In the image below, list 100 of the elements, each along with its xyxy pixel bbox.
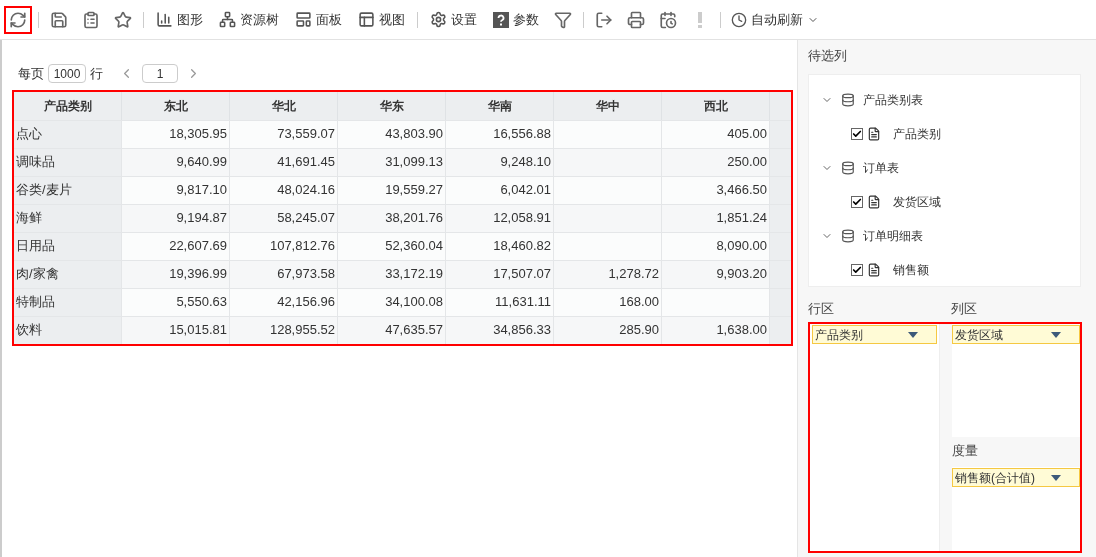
dropdown-arrow-icon [1051, 474, 1061, 481]
dropdown-arrow-icon [1051, 331, 1061, 338]
save-icon [50, 10, 68, 29]
section-title: 行区 [808, 299, 835, 318]
section-title: 度量 [952, 442, 979, 460]
refresh-button[interactable] [4, 5, 32, 34]
table-icon [841, 228, 855, 243]
field-icon [867, 194, 881, 209]
table-cell: 6,042.01 [446, 176, 554, 204]
row-header: 饮料 [14, 316, 122, 344]
table-cell: 41,691.45 [230, 148, 338, 176]
table-cell: 19,559.27 [338, 176, 446, 204]
row-header: 海鲜 [14, 204, 122, 232]
table-cell: 33,172.19 [338, 260, 446, 288]
checkbox[interactable] [851, 127, 863, 140]
table-cell: 18,460.82 [446, 232, 554, 260]
exclamation-icon [698, 11, 702, 28]
table-cell: 48,024.16 [230, 176, 338, 204]
table-cell: 67,973.58 [230, 260, 338, 288]
view-icon [358, 11, 375, 28]
section-title: 列区 [951, 299, 977, 318]
table-cell: 73,559.07 [230, 120, 338, 148]
table-cell: 128,955.52 [230, 316, 338, 344]
toolbar-button[interactable]: 资源树 [213, 5, 285, 34]
field-icon [867, 262, 881, 277]
table-cell: 16,556.88 [446, 120, 554, 148]
table-cell: 15,015.81 [122, 316, 230, 344]
toolbar-button[interactable]: 图形 [150, 5, 209, 34]
dropdown-arrow-icon [908, 331, 918, 338]
field-icon [867, 126, 881, 141]
field-chip[interactable]: 发货区域 [952, 325, 1080, 344]
table-cell: 34,100.08 [338, 288, 446, 316]
row-header: 谷类/麦片 [14, 176, 122, 204]
toolbar-button[interactable]: 视图 [352, 5, 411, 34]
page-size-field[interactable]: 1000 [48, 64, 86, 84]
panel-icon [295, 11, 312, 28]
column-header: 华南 [446, 91, 554, 120]
table-cell: 107,812.76 [230, 232, 338, 260]
field-name[interactable]: 产品类别 [893, 124, 941, 143]
table-cell: 12,058.91 [446, 204, 554, 232]
section-title: 待选列 [808, 47, 848, 65]
table-cell: 5,550.63 [122, 288, 230, 316]
checkbox[interactable] [851, 263, 863, 276]
export-icon [595, 10, 613, 29]
table-cell: 19,396.99 [122, 260, 230, 288]
refresh-icon [9, 10, 27, 29]
table-cell: 17,507.07 [446, 260, 554, 288]
row-header: 点心 [14, 120, 122, 148]
table-cell: 22,607.69 [122, 232, 230, 260]
table-cell: 285.90 [554, 316, 662, 344]
field-name[interactable]: 销售额 [893, 260, 929, 279]
save-as-icon [82, 10, 100, 29]
table-cell: 9,817.10 [122, 176, 230, 204]
toolbar-button[interactable]: 设置 [424, 5, 483, 34]
table-cell: 34,856.33 [446, 316, 554, 344]
field-label: 发货区域 [955, 326, 1003, 344]
table-name[interactable]: 订单明细表 [863, 226, 923, 245]
table-cell: 52,360.04 [338, 232, 446, 260]
table-cell: 9,248.10 [446, 148, 554, 176]
checkbox[interactable] [851, 195, 863, 208]
table-name[interactable]: 产品类别表 [863, 90, 923, 109]
table-cell: 43,803.90 [338, 120, 446, 148]
field-chip[interactable]: 销售额(合计值) [952, 468, 1080, 487]
toolbar-button[interactable]: 参数 [487, 5, 545, 34]
rows-label: 行 [90, 65, 103, 83]
table-cell: 38,201.76 [338, 204, 446, 232]
table-icon [841, 160, 855, 175]
table-cell: 47,635.57 [338, 316, 446, 344]
help-icon [493, 11, 509, 28]
toolbar-button[interactable]: 面板 [289, 5, 348, 34]
printer-icon [627, 10, 645, 29]
star-icon [114, 10, 132, 29]
row-header: 日用品 [14, 232, 122, 260]
filter-icon [554, 10, 572, 29]
column-header: 产品类别 [14, 91, 122, 120]
table-cell: 42,156.96 [230, 288, 338, 316]
field-label: 销售额(合计值) [955, 469, 1035, 487]
table-cell: 1,278.72 [554, 260, 662, 288]
field-label: 产品类别 [815, 326, 863, 344]
table-cell: 9,194.87 [122, 204, 230, 232]
column-header: 华北 [230, 91, 338, 120]
page-number-field[interactable]: 1 [142, 64, 178, 84]
table-cell: 18,305.95 [122, 120, 230, 148]
column-header: 东北 [122, 91, 230, 120]
row-header: 特制品 [14, 288, 122, 316]
clock-icon [731, 11, 747, 28]
column-header: 华中 [554, 91, 662, 120]
field-name[interactable]: 发货区域 [893, 192, 941, 211]
table-cell: 58,245.07 [230, 204, 338, 232]
table-name[interactable]: 订单表 [863, 158, 899, 177]
settings-icon [430, 11, 447, 28]
table-icon [841, 92, 855, 107]
row-header: 肉/家禽 [14, 260, 122, 288]
auto-refresh-dropdown[interactable]: 自动刷新 [727, 5, 823, 34]
tree-icon [219, 11, 236, 28]
table-cell: 31,099.13 [338, 148, 446, 176]
table-cell: 168.00 [554, 288, 662, 316]
field-chip[interactable]: 产品类别 [812, 325, 937, 344]
per-page-label: 每页 [18, 65, 44, 83]
schedule-icon [659, 10, 677, 29]
